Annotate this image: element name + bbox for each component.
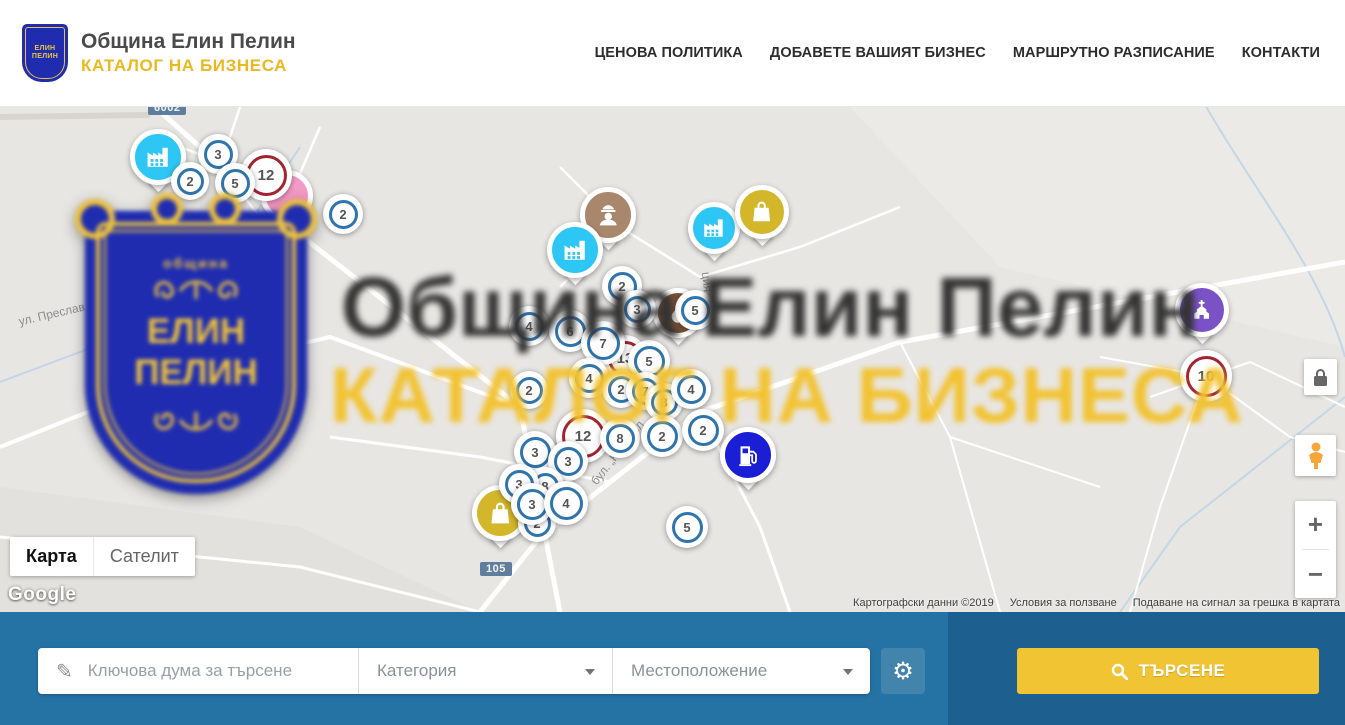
zoom-in-button[interactable]: + bbox=[1295, 501, 1336, 548]
cluster-count: 4 bbox=[575, 364, 604, 393]
crest-name: ЕЛИН ПЕЛИН bbox=[32, 45, 58, 62]
category-pin-fuel[interactable] bbox=[720, 427, 776, 483]
nav-item-route-schedule[interactable]: МАРШРУТНО РАЗПИСАНИЕ bbox=[1013, 45, 1215, 61]
category-select-value: Категория bbox=[377, 661, 456, 681]
map-canvas[interactable]: ул. Преслав бул. „Новосел ция 6002 105 3… bbox=[0, 107, 1345, 612]
factory-icon bbox=[547, 222, 603, 278]
factory-icon bbox=[688, 202, 740, 254]
attribution-copyright: Картографски данни ©2019 bbox=[853, 597, 994, 609]
caret-down-icon bbox=[843, 669, 853, 675]
lock-icon bbox=[1314, 376, 1327, 386]
cluster-count: 5 bbox=[221, 169, 250, 198]
advanced-settings-button[interactable]: ⚙ bbox=[881, 648, 925, 694]
pegman-button[interactable] bbox=[1295, 435, 1336, 476]
page: ЕЛИН ПЕЛИН Община Елин Пелин КАТАЛОГ НА … bbox=[0, 0, 1345, 725]
fuel-icon bbox=[720, 427, 776, 483]
cluster-count: 3 bbox=[624, 296, 651, 323]
cluster-count: 4 bbox=[550, 487, 583, 520]
category-pin-bag[interactable] bbox=[735, 185, 789, 239]
nav-item-pricing[interactable]: ЦЕНОВА ПОЛИТИКА bbox=[595, 45, 743, 61]
search-button-label: ТЪРСЕНЕ bbox=[1139, 661, 1226, 681]
cluster-count: 5 bbox=[681, 296, 710, 325]
cluster-count: 2 bbox=[516, 377, 543, 404]
location-select-value: Местоположение bbox=[631, 661, 767, 681]
google-logo[interactable]: Google bbox=[8, 584, 76, 606]
search-icon bbox=[1111, 663, 1128, 680]
pencil-icon: ✎ bbox=[56, 659, 73, 684]
cluster-count: 10 bbox=[1186, 356, 1227, 397]
map-type-map-button[interactable]: Карта bbox=[10, 537, 93, 576]
streetview-lock-button[interactable] bbox=[1304, 359, 1337, 395]
category-pin-factory[interactable] bbox=[688, 202, 740, 254]
map-markers-layer: 321252235461375422784128223383234510 bbox=[0, 107, 1345, 612]
cluster-marker[interactable]: 4 bbox=[544, 481, 588, 525]
cluster-count: 3 bbox=[520, 437, 551, 468]
header: ЕЛИН ПЕЛИН Община Елин Пелин КАТАЛОГ НА … bbox=[0, 0, 1345, 107]
search-fields-group: ✎ Категория Местоположение bbox=[38, 648, 870, 694]
cluster-count: 5 bbox=[672, 512, 703, 543]
category-select[interactable]: Категория bbox=[358, 648, 612, 694]
zoom-divider bbox=[1302, 549, 1329, 550]
cluster-marker[interactable]: 3 bbox=[618, 290, 656, 328]
caret-down-icon bbox=[585, 669, 595, 675]
cluster-count: 2 bbox=[647, 421, 678, 452]
location-select[interactable]: Местоположение bbox=[612, 648, 870, 694]
cluster-count: 7 bbox=[587, 327, 620, 360]
cluster-count: 2 bbox=[177, 168, 204, 195]
cluster-marker[interactable]: 2 bbox=[323, 194, 363, 234]
map-attribution: Картографски данни ©2019 Условия за полз… bbox=[853, 597, 1340, 609]
cluster-marker[interactable]: 2 bbox=[510, 371, 548, 409]
cluster-count: 3 bbox=[517, 489, 548, 520]
cluster-marker[interactable]: 10 bbox=[1180, 350, 1232, 402]
zoom-control: + − bbox=[1295, 501, 1336, 598]
map-type-satellite-button[interactable]: Сателит bbox=[93, 537, 195, 576]
bag-icon bbox=[735, 185, 789, 239]
brand[interactable]: ЕЛИН ПЕЛИН Община Елин Пелин КАТАЛОГ НА … bbox=[22, 24, 296, 82]
search-button[interactable]: ТЪРСЕНЕ bbox=[1017, 648, 1319, 694]
cluster-marker[interactable]: 8 bbox=[600, 418, 640, 458]
cluster-count: 2 bbox=[688, 415, 719, 446]
cluster-count: 8 bbox=[606, 424, 635, 453]
cluster-marker[interactable]: 2 bbox=[682, 409, 724, 451]
cluster-marker[interactable]: 4 bbox=[671, 369, 711, 409]
cluster-marker[interactable]: 2 bbox=[171, 162, 209, 200]
nav-item-contacts[interactable]: КОНТАКТИ bbox=[1242, 45, 1320, 61]
cluster-count: 4 bbox=[677, 375, 706, 404]
search-bar: ✎ Категория Местоположение ⚙ ТЪРСЕНЕ bbox=[0, 612, 1345, 725]
cluster-marker[interactable]: 5 bbox=[666, 506, 708, 548]
pegman-icon bbox=[1306, 442, 1326, 469]
category-pin-church[interactable] bbox=[1175, 283, 1229, 337]
cluster-marker[interactable]: 5 bbox=[675, 290, 715, 330]
gear-icon: ⚙ bbox=[892, 657, 914, 686]
cluster-marker[interactable]: 5 bbox=[215, 163, 255, 203]
attribution-terms-link[interactable]: Условия за ползване bbox=[1010, 597, 1117, 609]
attribution-report-error-link[interactable]: Подаване на сигнал за грешка в картата bbox=[1133, 597, 1340, 609]
keyword-search-input[interactable] bbox=[86, 660, 358, 682]
cluster-count: 4 bbox=[515, 312, 544, 341]
main-nav: ЦЕНОВА ПОЛИТИКА ДОБАВЕТЕ ВАШИЯТ БИЗНЕС М… bbox=[595, 45, 1320, 61]
site-title: Община Елин Пелин bbox=[81, 30, 296, 54]
cluster-marker[interactable]: 4 bbox=[509, 306, 549, 346]
municipality-crest-logo: ЕЛИН ПЕЛИН bbox=[22, 24, 68, 82]
brand-text: Община Елин Пелин КАТАЛОГ НА БИЗНЕСА bbox=[81, 30, 296, 76]
cluster-count: 2 bbox=[329, 200, 358, 229]
keyword-field-wrap: ✎ bbox=[38, 648, 358, 694]
category-pin-factory[interactable] bbox=[547, 222, 603, 278]
site-subtitle: КАТАЛОГ НА БИЗНЕСА bbox=[81, 56, 296, 76]
cluster-marker[interactable]: 2 bbox=[641, 415, 683, 457]
church-icon bbox=[1175, 283, 1229, 337]
map-type-control: Карта Сателит bbox=[10, 537, 195, 576]
nav-item-add-business[interactable]: ДОБАВЕТЕ ВАШИЯТ БИЗНЕС bbox=[770, 45, 986, 61]
zoom-out-button[interactable]: − bbox=[1295, 551, 1336, 598]
